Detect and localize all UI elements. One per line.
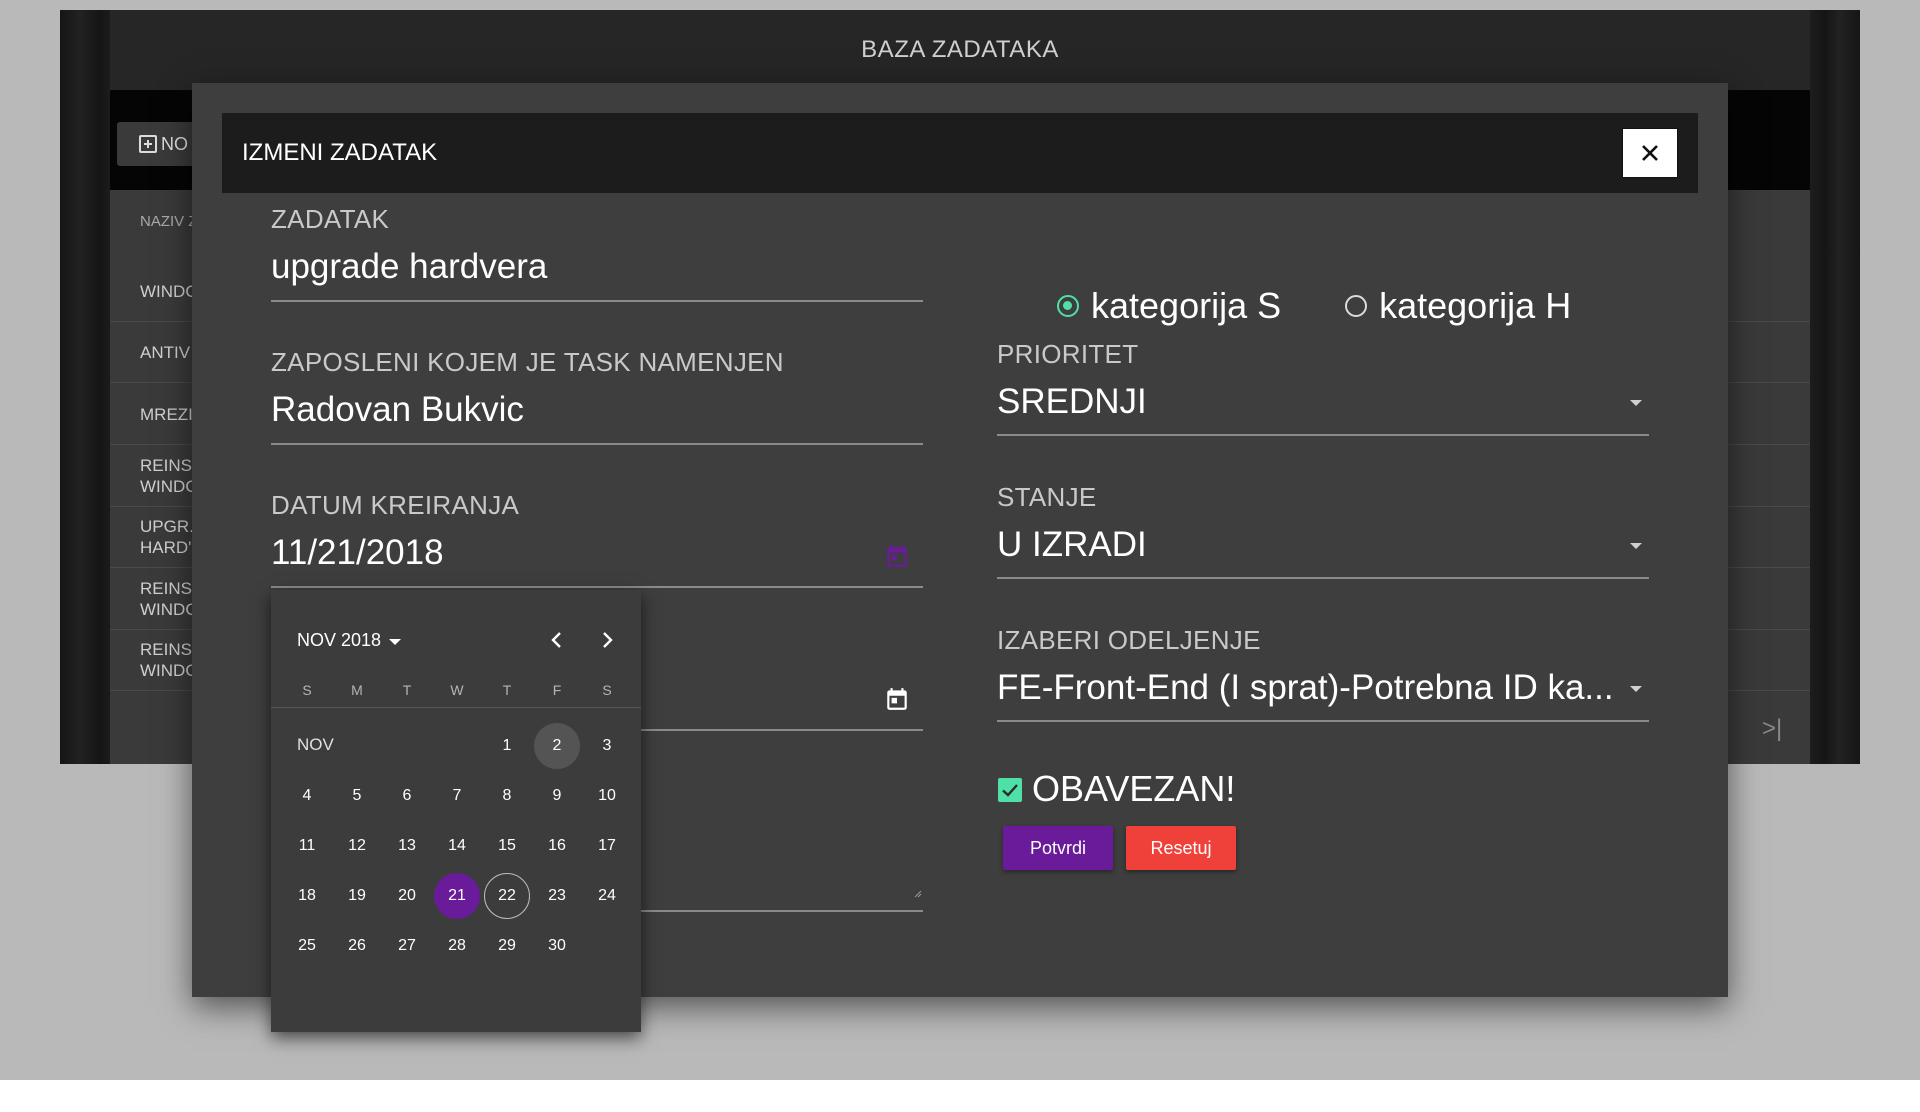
dialog-title: IZMENI ZADATAK: [222, 113, 1698, 193]
dropdown-arrow-icon[interactable]: [1630, 686, 1642, 692]
assignee-input-underline: [271, 443, 923, 445]
department-label: IZABERI ODELJENJE: [997, 625, 1261, 655]
checkbox-checked-icon: [1002, 784, 1018, 797]
calendar-day[interactable]: 3: [584, 723, 630, 769]
department-select[interactable]: FE-Front-End (I sprat)-Potrebna ID ka...: [997, 668, 1614, 708]
weekday-label: T: [502, 682, 512, 698]
calendar-day[interactable]: 2: [534, 723, 580, 769]
weekday-label: W: [450, 682, 464, 698]
calendar-day[interactable]: 8: [484, 773, 530, 819]
close-button[interactable]: [1622, 128, 1678, 178]
calendar-day[interactable]: 18: [284, 873, 330, 919]
chevron-right-icon[interactable]: [595, 628, 619, 652]
resize-handle-icon[interactable]: [912, 888, 922, 898]
calendar-day[interactable]: 29: [484, 923, 530, 969]
mandatory-label[interactable]: OBAVEZAN!: [1032, 768, 1235, 810]
datepicker-popup: NOV 2018 S M T W T F S NOV 1 2 3 4 5 6 7 8 9 10 11…: [271, 590, 641, 1032]
mandatory-checkbox[interactable]: [998, 778, 1022, 802]
calendar-day[interactable]: 12: [334, 823, 380, 869]
weekday-label: M: [351, 682, 363, 698]
table-row-label: REINS WINDO: [140, 456, 199, 496]
app-title: BAZA ZADATAKA: [110, 10, 1810, 90]
table-row-label: WINDO: [140, 281, 199, 301]
priority-select[interactable]: SREDNJI: [997, 382, 1147, 422]
task-input[interactable]: upgrade hardvera: [271, 247, 547, 287]
datepicker-month-label: NOV: [297, 735, 334, 754]
close-icon: [1642, 145, 1658, 161]
created-date-label: DATUM KREIRANJA: [271, 490, 520, 520]
calendar-day[interactable]: 20: [384, 873, 430, 919]
status-select[interactable]: U IZRADI: [997, 525, 1147, 565]
calendar-day[interactable]: 7: [434, 773, 480, 819]
calendar-day[interactable]: 6: [384, 773, 430, 819]
table-row-label: REINS WINDO: [140, 579, 199, 619]
chevron-down-icon: [389, 638, 402, 645]
created-date-underline: [271, 586, 923, 588]
calendar-day[interactable]: 30: [534, 923, 580, 969]
chevron-left-icon[interactable]: [545, 628, 569, 652]
radio-checked-icon[interactable]: [1057, 295, 1079, 317]
task-input-underline: [271, 300, 923, 302]
weekday-label: F: [552, 682, 562, 698]
calendar-day[interactable]: 13: [384, 823, 430, 869]
calendar-day[interactable]: 5: [334, 773, 380, 819]
calendar-day[interactable]: 24: [584, 873, 630, 919]
calendar-day[interactable]: 22: [484, 873, 530, 919]
calendar-day[interactable]: 26: [334, 923, 380, 969]
calendar-day[interactable]: 17: [584, 823, 630, 869]
priority-label: PRIORITET: [997, 339, 1139, 369]
calendar-day[interactable]: 4: [284, 773, 330, 819]
created-date-input[interactable]: 11/21/2018: [271, 533, 444, 573]
calendar-day[interactable]: 16: [534, 823, 580, 869]
add-box-icon: [139, 135, 157, 153]
calendar-day[interactable]: 19: [334, 873, 380, 919]
reset-button[interactable]: Resetuj: [1126, 826, 1236, 870]
radio-unchecked-icon[interactable]: [1345, 295, 1368, 317]
calendar-day[interactable]: 11: [284, 823, 330, 869]
calendar-day[interactable]: 28: [434, 923, 480, 969]
weekday-label: T: [402, 682, 412, 698]
calendar-day[interactable]: 15: [484, 823, 530, 869]
weekday-label: S: [302, 682, 312, 698]
task-field-label: ZADATAK: [271, 204, 390, 234]
table-row-label: UPGR. HARD': [140, 517, 194, 557]
status-underline: [997, 577, 1649, 579]
description-underline: [640, 910, 923, 912]
calendar-day[interactable]: 14: [434, 823, 480, 869]
new-task-button-label: NO: [161, 133, 188, 154]
assignee-input[interactable]: Radovan Bukvic: [271, 390, 524, 430]
pager-last-button[interactable]: >|: [1762, 715, 1782, 743]
priority-underline: [997, 434, 1649, 436]
table-row-label: REINS WINDO: [140, 640, 199, 680]
calendar-day[interactable]: 27: [384, 923, 430, 969]
confirm-button[interactable]: Potvrdi: [1003, 826, 1113, 870]
table-header-name: NAZIV Z: [140, 213, 198, 230]
table-row-label: MREZI: [140, 404, 193, 424]
category-h-option[interactable]: kategorija H: [1379, 285, 1571, 327]
category-radio-group: kategorija S kategorija H: [1057, 285, 1571, 327]
dropdown-arrow-icon[interactable]: [1630, 543, 1642, 549]
assignee-field-label: ZAPOSLENI KOJEM JE TASK NAMENJEN: [271, 347, 784, 377]
status-label: STANJE: [997, 482, 1097, 512]
datepicker-month-year-selector[interactable]: NOV 2018: [297, 630, 402, 651]
calendar-day[interactable]: 23: [534, 873, 580, 919]
weekday-label: S: [602, 682, 612, 698]
calendar-day[interactable]: 9: [534, 773, 580, 819]
calendar-day[interactable]: 1: [484, 723, 530, 769]
calendar-icon[interactable]: [884, 686, 910, 712]
dropdown-arrow-icon[interactable]: [1630, 400, 1642, 406]
calendar-day[interactable]: 10: [584, 773, 630, 819]
calendar-day[interactable]: 21: [434, 873, 480, 919]
due-date-underline: [640, 729, 923, 731]
table-row-label: ANTIV: [140, 342, 191, 362]
datepicker-header: NOV 2018: [297, 630, 382, 650]
calendar-icon[interactable]: [884, 543, 910, 569]
datepicker-divider: [271, 707, 641, 708]
department-underline: [997, 720, 1649, 722]
category-s-option[interactable]: kategorija S: [1091, 285, 1281, 327]
calendar-day[interactable]: 25: [284, 923, 330, 969]
